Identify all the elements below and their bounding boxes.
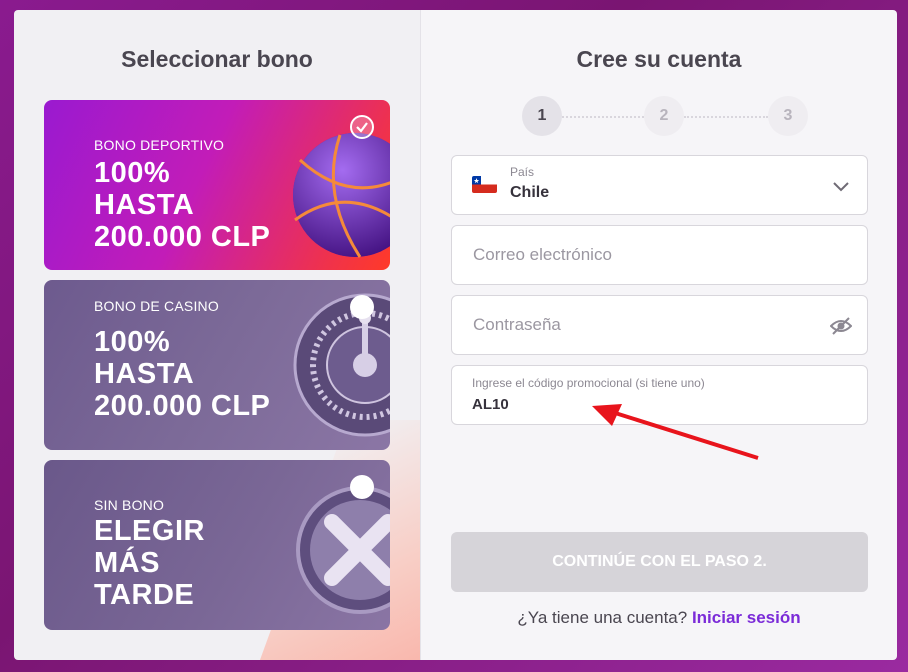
continue-button[interactable]: CONTINÚE CON EL PASO 2. xyxy=(451,532,868,592)
promo-code-value: AL10 xyxy=(472,396,509,413)
email-placeholder: Correo electrónico xyxy=(473,245,612,264)
bonus-label: BONO DEPORTIVO xyxy=(94,137,225,153)
bonus-label: SIN BONO xyxy=(94,497,165,513)
signup-panel: Cree su cuenta 1 2 3 País Chile Correo e… xyxy=(420,10,897,660)
country-value: Chile xyxy=(510,184,550,201)
country-label: País xyxy=(510,165,535,179)
step-3: 3 xyxy=(768,96,808,136)
signup-modal: Seleccionar bono BONO DEPORTIVO 100% HAS… xyxy=(14,10,897,660)
chevron-down-icon xyxy=(833,182,849,192)
radio-icon[interactable] xyxy=(350,295,374,319)
bonus-panel: Seleccionar bono BONO DEPORTIVO 100% HAS… xyxy=(14,10,420,660)
promo-code-label: Ingrese el código promocional (si tiene … xyxy=(472,376,705,390)
eye-slash-icon[interactable] xyxy=(830,316,852,336)
stepper: 1 2 3 xyxy=(421,96,897,136)
step-2: 2 xyxy=(644,96,684,136)
step-1: 1 xyxy=(522,96,562,136)
password-placeholder: Contraseña xyxy=(473,315,561,334)
bonus-card-none[interactable]: SIN BONO ELEGIR MÁS TARDE xyxy=(44,460,390,630)
bonus-label: BONO DE CASINO xyxy=(94,298,219,314)
email-field[interactable]: Correo electrónico xyxy=(451,225,868,285)
bonus-card-casino[interactable]: BONO DE CASINO 100% HASTA 200.000 CLP xyxy=(44,280,390,450)
step-divider xyxy=(562,116,644,118)
promo-code-field[interactable]: Ingrese el código promocional (si tiene … xyxy=(451,365,868,425)
selected-check-icon[interactable] xyxy=(350,115,374,139)
signup-panel-title: Cree su cuenta xyxy=(576,46,742,72)
bonus-headline: 100% HASTA 200.000 CLP xyxy=(94,157,271,253)
login-prompt: ¿Ya tiene una cuenta? xyxy=(517,608,688,627)
country-select[interactable]: País Chile xyxy=(451,155,868,215)
chile-flag-icon xyxy=(472,176,497,193)
password-field[interactable]: Contraseña xyxy=(451,295,868,355)
radio-icon[interactable] xyxy=(350,475,374,499)
bonus-headline: ELEGIR MÁS TARDE xyxy=(94,515,205,611)
bonus-headline: 100% HASTA 200.000 CLP xyxy=(94,326,271,422)
step-divider xyxy=(684,116,768,118)
bonus-panel-title: Seleccionar bono xyxy=(121,46,313,72)
login-link[interactable]: Iniciar sesión xyxy=(692,608,801,627)
bonus-card-sport[interactable]: BONO DEPORTIVO 100% HASTA 200.000 CLP xyxy=(44,100,390,270)
login-prompt-line: ¿Ya tiene una cuenta? Iniciar sesión xyxy=(421,608,897,628)
